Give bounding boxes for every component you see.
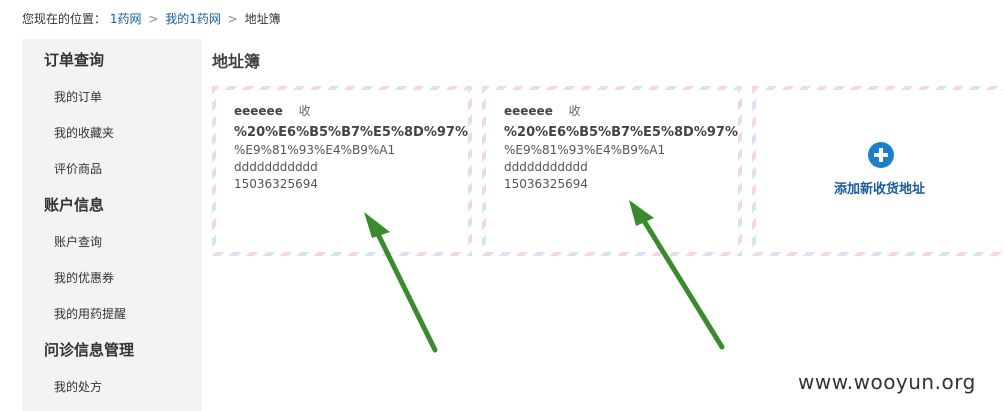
- watermark: www.wooyun.org: [798, 370, 976, 394]
- annotation-arrow: [629, 200, 725, 350]
- annotation-arrows: [364, 200, 725, 353]
- annotation-arrow: [364, 212, 438, 353]
